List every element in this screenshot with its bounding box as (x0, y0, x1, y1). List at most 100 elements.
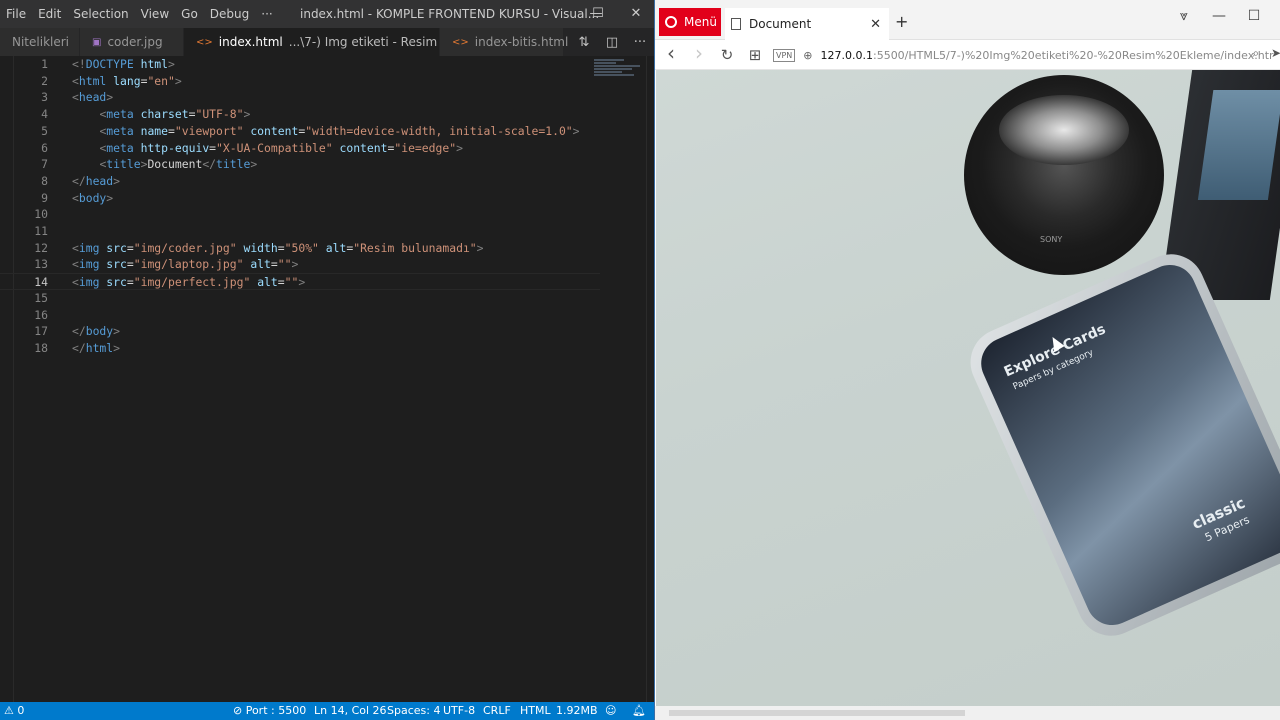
status-bar: ⚠ 0 ⊘ Port : 5500 Ln 14, Col 26 Spaces: … (0, 702, 654, 720)
browser-tab-document[interactable]: Document ✕ (725, 8, 889, 40)
encoding[interactable]: UTF-8 (443, 702, 475, 720)
page-horizontal-scrollbar[interactable] (655, 706, 1280, 720)
minimap[interactable] (594, 58, 646, 88)
code-line[interactable]: 7 <title>Document</title> (0, 156, 600, 173)
code-line[interactable]: 10 (0, 206, 600, 223)
search-icon[interactable]: ⌕ (1252, 46, 1259, 60)
editor-scrollbar[interactable] (646, 56, 654, 702)
line-number: 4 (41, 107, 48, 122)
browser-navbar: ‹ › ↻ ⊞ VPN ⊕ 127.0.0.1 :5500/HTML5/7-)%… (655, 40, 1280, 70)
tab-nitelikleri[interactable]: Nitelikleri (0, 28, 80, 56)
new-tab-button[interactable]: + (895, 12, 908, 31)
tab-index-html[interactable]: <> index.html ...\7-) Img etiketi - Resi… (184, 28, 505, 56)
code-line[interactable]: 13 <img src="img/laptop.jpg" alt=""> (0, 256, 600, 273)
menu-edit[interactable]: Edit (32, 0, 67, 28)
notifications-bell-icon[interactable]: 🔔︎ (632, 702, 646, 720)
line-code: <img src="img/coder.jpg" width="50%" alt… (72, 240, 484, 255)
line-number: 6 (41, 140, 48, 155)
line-number: 14 (34, 275, 48, 290)
line-number: 8 (41, 173, 48, 188)
code-line[interactable]: 5 <meta name="viewport" content="width=d… (0, 123, 600, 140)
vpn-badge[interactable]: VPN (773, 48, 796, 62)
html-file-icon: <> (452, 36, 469, 48)
line-code: <html lang="en"> (72, 73, 182, 88)
menu-view[interactable]: View (135, 0, 175, 28)
line-code: <body> (72, 190, 114, 205)
more-actions-icon[interactable]: ··· (626, 35, 654, 50)
line-code: <img src="img/perfect.jpg" alt=""> (72, 275, 306, 290)
html-file-icon: <> (196, 36, 213, 48)
opera-menu-button[interactable]: Menü (659, 8, 721, 36)
line-ending[interactable]: CRLF (483, 702, 511, 720)
document-icon (731, 18, 741, 30)
line-code: </html> (72, 340, 121, 355)
smartphone-image: Explore Cards Papers by category classic… (959, 243, 1280, 647)
code-line[interactable]: 16 (0, 307, 600, 324)
url-host: 127.0.0.1 (820, 48, 873, 62)
line-code: <!DOCTYPE html> (72, 57, 175, 71)
send-icon[interactable]: ➤ (1271, 46, 1280, 60)
line-code: <meta name="viewport" content="width=dev… (99, 123, 580, 138)
code-line[interactable]: 17 </body> (0, 323, 600, 340)
lens-brand: SONY (1040, 235, 1063, 244)
menu-more[interactable]: ··· (255, 0, 278, 28)
line-number: 10 (34, 207, 48, 222)
code-line[interactable]: 4 <meta charset="UTF-8"> (0, 106, 600, 123)
code-line[interactable]: 2 <html lang="en"> (0, 73, 600, 90)
tab-label: index.html (218, 35, 283, 49)
line-number: 17 (34, 324, 48, 339)
maximize-icon: ☐ (592, 6, 604, 21)
code-line[interactable]: 14 <img src="img/perfect.jpg" alt=""> (0, 273, 600, 290)
problems-count[interactable]: ⚠ 0 (4, 702, 24, 720)
forward-button[interactable]: › (689, 41, 709, 65)
browser-tabbar: Menü Document ✕ + ⩔ — ☐ (655, 0, 1280, 40)
feedback-icon[interactable]: ☺ (605, 702, 616, 720)
minimize-button[interactable]: — (1204, 8, 1234, 24)
code-line[interactable]: 9 <body> (0, 190, 600, 207)
reload-button[interactable]: ↻ (717, 46, 737, 64)
line-code: <meta charset="UTF-8"> (99, 107, 251, 122)
code-editor[interactable]: 1 <!DOCTYPE html> 2 <html lang="en"> 3 <head>… (0, 56, 654, 702)
line-number: 16 (34, 307, 48, 322)
line-number: 5 (41, 123, 48, 138)
code-line[interactable]: 1 <!DOCTYPE html> (0, 56, 600, 73)
line-number: 1 (41, 57, 48, 71)
menu-debug[interactable]: Debug (204, 0, 255, 28)
code-line[interactable]: 12 <img src="img/coder.jpg" width="50%" a… (0, 240, 600, 257)
code-line[interactable]: 18 </html> (0, 340, 600, 357)
image-file-icon: ▣ (92, 36, 102, 48)
menu-go[interactable]: Go (175, 0, 204, 28)
line-number: 7 (41, 157, 48, 172)
speed-dial-icon[interactable]: ⊞ (745, 46, 765, 64)
tab-menu-icon[interactable]: ⩔ (1169, 8, 1199, 24)
code-line[interactable]: 8 </head> (0, 173, 600, 190)
indentation[interactable]: Spaces: 4 (387, 702, 440, 720)
address-bar[interactable]: VPN ⊕ 127.0.0.1 :5500/HTML5/7-)%20Img%20… (773, 44, 1280, 66)
code-line[interactable]: 15 (0, 290, 600, 307)
line-number: 18 (34, 340, 48, 355)
close-window-button[interactable]: ✕ (616, 0, 656, 28)
camera-lens-image: SONY (964, 75, 1164, 275)
back-button[interactable]: ‹ (661, 41, 681, 65)
menu-selection[interactable]: Selection (67, 0, 134, 28)
code-line[interactable]: 11 (0, 223, 600, 240)
code-line[interactable]: 3 <head> (0, 89, 600, 106)
tab-label: coder.jpg (107, 35, 163, 49)
maximize-button[interactable]: ☐ (1239, 8, 1269, 24)
scrollbar-thumb[interactable] (669, 710, 965, 716)
compare-changes-icon[interactable]: ⇅ (570, 35, 598, 50)
line-code: </body> (72, 324, 121, 339)
tab-index-bitis-html[interactable]: <> index-bitis.html (440, 28, 568, 56)
live-server-port[interactable]: ⊘ Port : 5500 (233, 702, 306, 720)
cursor-position[interactable]: Ln 14, Col 26 (314, 702, 387, 720)
code-line[interactable]: 6 <meta http-equiv="X-UA-Compatible" con… (0, 140, 600, 157)
language-mode[interactable]: HTML (520, 702, 551, 720)
split-editor-icon[interactable]: ◫ (598, 35, 626, 50)
vscode-menubar: File Edit Selection View Go Debug ··· in… (0, 0, 654, 28)
menu-file[interactable]: File (0, 0, 32, 28)
close-tab-icon[interactable]: ✕ (870, 17, 881, 32)
line-code: </head> (72, 173, 121, 188)
tab-coder-jpg[interactable]: ▣ coder.jpg (80, 28, 184, 56)
vscode-window: File Edit Selection View Go Debug ··· in… (0, 0, 654, 720)
line-code: <head> (72, 90, 114, 105)
